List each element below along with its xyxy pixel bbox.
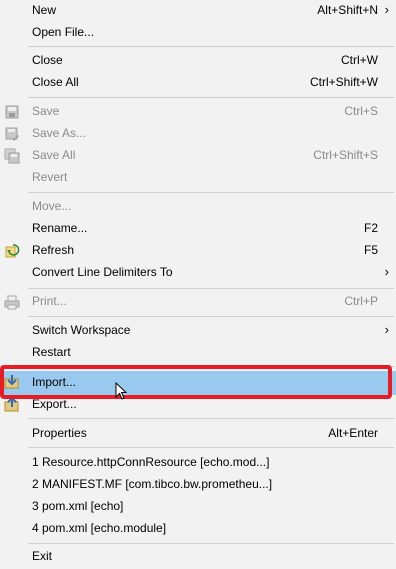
menu-item-label: Move... [32,199,72,213]
recent-file-label: 2 MANIFEST.MF [com.tibco.bw.prometheu...… [32,477,273,491]
menu-item-close-all[interactable]: Close All Ctrl+Shift+W [0,72,396,94]
menu-item-exit[interactable]: Exit [0,546,396,568]
menu-item-restart[interactable]: Restart [0,342,396,364]
recent-file-item[interactable]: 3 pom.xml [echo] [0,496,396,518]
menu-item-shortcut: Alt+Shift+N [317,3,378,17]
menu-item-revert[interactable]: Revert [0,167,396,189]
menu-item-label: Export... [32,397,77,411]
menu-separator [28,192,394,193]
menu-item-refresh[interactable]: Refresh F5 [0,240,396,262]
menu-item-label: Open File... [32,25,95,39]
menu-item-label: Print... [32,294,67,308]
recent-file-label: 1 Resource.httpConnResource [echo.mod...… [32,455,270,469]
menu-item-shortcut: Ctrl+Shift+W [309,75,378,89]
export-icon [4,396,20,413]
menu-item-open-file[interactable]: Open File... [0,22,396,44]
menu-item-label: Properties [32,426,87,440]
menu-item-label: Close All [32,75,79,89]
menu-item-shortcut: Ctrl+P [344,294,378,308]
save-as-icon [4,126,20,142]
menu-item-shortcut: Ctrl+W [341,53,378,67]
menu-item-label: Refresh [32,243,75,257]
menu-item-switch-workspace[interactable]: Switch Workspace › [0,320,396,342]
menu-item-label: Save [32,104,60,118]
menu-item-label: Exit [32,549,53,563]
menu-item-label: Save All [32,148,76,162]
menu-item-label: Convert Line Delimiters To [32,265,173,279]
menu-item-save-as[interactable]: Save As... [0,123,396,145]
menu-separator [28,46,394,47]
menu-item-export[interactable]: Export... [0,394,396,416]
menu-item-convert-line-delimiters[interactable]: Convert Line Delimiters To › [0,262,396,284]
recent-file-label: 4 pom.xml [echo.module] [32,521,167,535]
menu-item-shortcut: Ctrl+S [344,104,378,118]
menu-separator [28,418,394,419]
save-icon [4,104,20,120]
menu-item-import[interactable]: Import... [0,371,396,395]
menu-item-label: Revert [32,170,68,184]
menu-item-label: Rename... [32,221,88,235]
recent-file-label: 3 pom.xml [echo] [32,499,124,513]
save-all-icon [4,148,20,164]
menu-item-rename[interactable]: Rename... F2 [0,218,396,240]
menu-item-move[interactable]: Move... [0,196,396,218]
menu-item-close[interactable]: Close Ctrl+W [0,50,396,72]
submenu-arrow-icon: › [384,322,389,337]
menu-item-label: Import... [32,375,77,389]
menu-separator [28,447,394,448]
mouse-cursor-icon [115,381,129,405]
menu-item-label: Close [32,53,63,67]
menu-separator [28,543,394,544]
menu-separator [28,366,394,367]
menu-item-shortcut: Ctrl+Shift+S [313,148,378,162]
import-icon [4,374,20,390]
menu-item-properties[interactable]: Properties Alt+Enter [0,423,396,445]
recent-file-item[interactable]: 2 MANIFEST.MF [com.tibco.bw.prometheu...… [0,474,396,496]
submenu-arrow-icon: › [384,264,389,279]
refresh-icon [4,243,20,259]
menu-separator [28,316,394,317]
menu-item-shortcut: F2 [363,221,378,235]
menu-item-label: Switch Workspace [32,323,131,337]
menu-item-label: Save As... [32,126,87,140]
menu-separator [28,97,394,98]
menu-item-print[interactable]: Print... Ctrl+P [0,291,396,313]
menu-item-save[interactable]: Save Ctrl+S [0,101,396,123]
file-menu: New Alt+Shift+N › Open File... Close Ctr… [0,0,396,569]
print-icon [4,294,20,310]
recent-file-item[interactable]: 1 Resource.httpConnResource [echo.mod...… [0,452,396,474]
menu-item-save-all[interactable]: Save All Ctrl+Shift+S [0,145,396,167]
menu-separator [28,288,394,289]
menu-item-shortcut: F5 [363,243,378,257]
submenu-arrow-icon: › [384,2,389,17]
recent-file-item[interactable]: 4 pom.xml [echo.module] [0,518,396,540]
menu-item-label: Restart [32,345,71,359]
menu-item-label: New [32,3,57,17]
menu-item-new[interactable]: New Alt+Shift+N › [0,0,396,22]
menu-item-shortcut: Alt+Enter [328,426,378,440]
